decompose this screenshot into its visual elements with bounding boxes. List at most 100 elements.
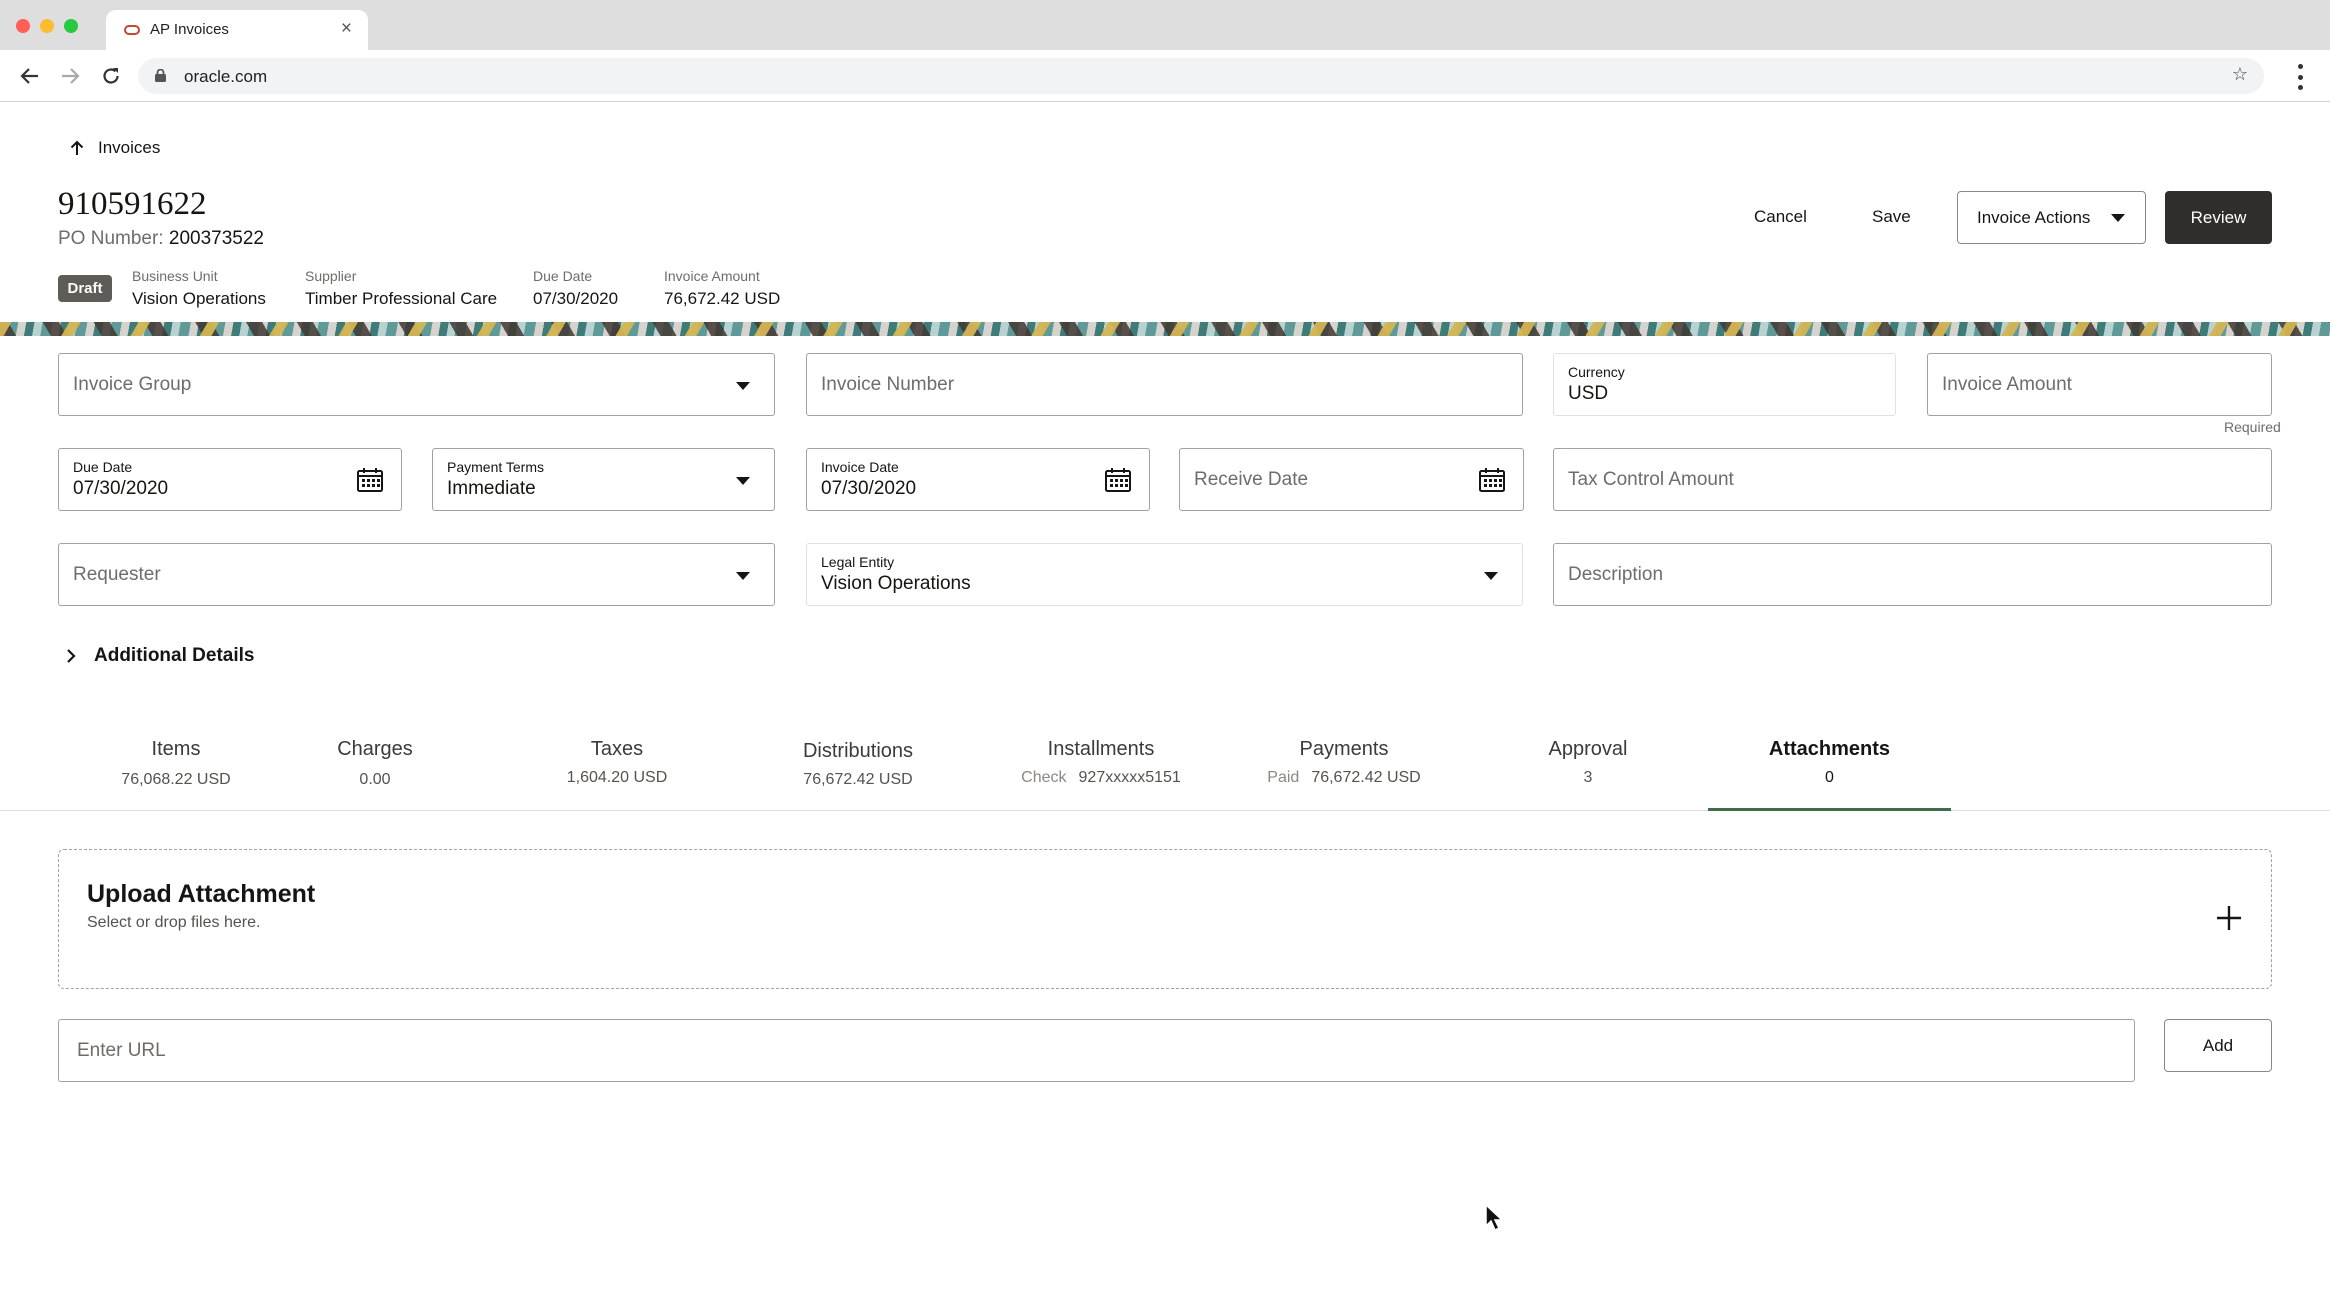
legal-entity-select[interactable]: Legal Entity Vision Operations xyxy=(806,543,1523,606)
tab-label: Charges xyxy=(337,738,413,760)
up-arrow-icon xyxy=(70,140,84,155)
currency-field: Currency USD xyxy=(1553,353,1896,416)
tab-attachments[interactable]: Attachments 0 xyxy=(1708,733,1951,811)
tab-value: 0.00 xyxy=(359,771,391,788)
plus-icon[interactable] xyxy=(2213,902,2245,934)
lock-icon xyxy=(155,69,166,82)
additional-details-toggle[interactable]: Additional Details xyxy=(66,645,254,667)
meta-label: Supplier xyxy=(305,268,357,284)
calendar-icon[interactable] xyxy=(357,468,383,492)
upload-attachment-dropzone[interactable]: Upload Attachment Select or drop files h… xyxy=(58,849,2272,989)
calendar-icon[interactable] xyxy=(1479,468,1505,492)
tab-approval[interactable]: Approval 3 xyxy=(1518,733,1658,811)
meta-value: Timber Professional Care xyxy=(305,289,498,308)
window-close-icon[interactable] xyxy=(16,19,30,33)
enter-url-input[interactable]: Enter URL xyxy=(58,1019,2135,1082)
description-placeholder: Description xyxy=(1568,564,1664,585)
address-bar[interactable]: oracle.com ☆ xyxy=(138,58,2264,94)
decorative-banner-strip xyxy=(0,322,2330,336)
due-date-input[interactable]: Due Date 07/30/2020 xyxy=(58,448,402,511)
reload-icon[interactable] xyxy=(95,60,127,92)
tab-charges[interactable]: Charges 0.00 xyxy=(305,733,445,811)
tab-label: Distributions xyxy=(802,740,914,762)
tab-label: Payments xyxy=(1299,738,1389,760)
tab-value-text: 76,672.42 USD xyxy=(1311,769,1421,786)
window-minimize-icon[interactable] xyxy=(40,19,54,33)
invoice-amount-placeholder: Invoice Amount xyxy=(1942,374,2072,395)
invoice-date-label: Invoice Date xyxy=(821,459,899,475)
tab-value: 3 xyxy=(1583,769,1593,786)
window-maximize-icon[interactable] xyxy=(64,19,78,33)
browser-toolbar: oracle.com ☆ xyxy=(0,50,2330,102)
tab-value: Check 927xxxxx5151 xyxy=(996,769,1206,787)
breadcrumb[interactable]: Invoices xyxy=(70,138,160,158)
chevron-right-icon xyxy=(67,649,76,663)
meta-label: Invoice Amount xyxy=(664,268,760,284)
forward-arrow-icon[interactable] xyxy=(54,60,86,92)
add-url-button[interactable]: Add xyxy=(2164,1019,2272,1072)
tab-items[interactable]: Items 76,068.22 USD xyxy=(96,733,256,811)
invoice-tabs: Items 76,068.22 USD Charges 0.00 Taxes 1… xyxy=(0,733,2330,811)
invoice-date-value: 07/30/2020 xyxy=(821,478,917,499)
legal-entity-label: Legal Entity xyxy=(821,554,895,570)
meta-label: Business Unit xyxy=(132,268,218,284)
tab-value: 76,068.22 USD xyxy=(121,771,231,788)
chevron-down-icon[interactable] xyxy=(736,382,750,390)
tab-prefix: Paid xyxy=(1267,769,1300,786)
invoice-date-input[interactable]: Invoice Date 07/30/2020 xyxy=(806,448,1150,511)
payment-terms-label: Payment Terms xyxy=(447,459,544,475)
invoice-group-placeholder: Invoice Group xyxy=(73,374,192,395)
upload-attachment-hint: Select or drop files here. xyxy=(87,914,261,931)
browser-tab[interactable]: AP Invoices × xyxy=(106,10,368,50)
meta-business-unit: Business Unit Vision Operations xyxy=(132,268,266,309)
requester-placeholder: Requester xyxy=(73,564,161,585)
payment-terms-select[interactable]: Payment Terms Immediate xyxy=(432,448,775,511)
kebab-menu-icon[interactable] xyxy=(2290,64,2310,90)
oracle-favicon-icon xyxy=(124,25,140,35)
review-button[interactable]: Review xyxy=(2165,191,2272,244)
tax-control-amount-placeholder: Tax Control Amount xyxy=(1568,469,1734,490)
mouse-pointer-icon xyxy=(1485,1204,1504,1232)
save-button[interactable]: Save xyxy=(1872,200,1911,234)
page-title: 910591622 xyxy=(58,186,207,222)
requester-select[interactable]: Requester xyxy=(58,543,775,606)
invoice-amount-input[interactable]: Invoice Amount xyxy=(1927,353,2272,416)
meta-supplier: Supplier Timber Professional Care xyxy=(305,268,497,309)
chevron-down-icon[interactable] xyxy=(736,572,750,580)
tab-value: 76,672.42 USD xyxy=(803,771,913,788)
cancel-button[interactable]: Cancel xyxy=(1754,200,1807,234)
meta-value: 76,672.42 USD xyxy=(664,289,781,308)
chevron-down-icon[interactable] xyxy=(736,477,750,485)
url-text: oracle.com xyxy=(184,67,268,86)
browser-tab-title: AP Invoices xyxy=(150,21,229,38)
invoice-actions-menu-button[interactable]: Invoice Actions xyxy=(1957,191,2146,244)
invoice-group-select[interactable]: Invoice Group xyxy=(58,353,775,416)
invoice-amount-required-hint: Required xyxy=(2224,419,2281,435)
invoice-number-input[interactable]: Invoice Number xyxy=(806,353,1523,416)
star-icon[interactable]: ☆ xyxy=(2232,64,2248,85)
legal-entity-value: Vision Operations xyxy=(821,573,971,594)
tax-control-amount-input[interactable]: Tax Control Amount xyxy=(1553,448,2272,511)
tab-value: 0 xyxy=(1825,769,1834,786)
currency-value: USD xyxy=(1568,383,1609,404)
browser-tab-strip: AP Invoices × xyxy=(0,0,2330,50)
chevron-down-icon[interactable] xyxy=(1484,572,1498,580)
tab-installments[interactable]: Installments Check 927xxxxx5151 xyxy=(996,733,1206,811)
tab-prefix: Check xyxy=(1021,769,1067,786)
description-input[interactable]: Description xyxy=(1553,543,2272,606)
tab-taxes[interactable]: Taxes 1,604.20 USD xyxy=(537,733,697,811)
back-arrow-icon[interactable] xyxy=(14,60,46,92)
calendar-icon[interactable] xyxy=(1105,468,1131,492)
breadcrumb-invoices-link[interactable]: Invoices xyxy=(98,138,160,158)
receive-date-input[interactable]: Receive Date xyxy=(1179,448,1524,511)
due-date-value: 07/30/2020 xyxy=(73,478,169,499)
chevron-down-icon xyxy=(2111,214,2125,222)
tab-label: Installments xyxy=(1047,738,1155,760)
meta-invoice-amount: Invoice Amount 76,672.42 USD xyxy=(664,268,780,309)
currency-label: Currency xyxy=(1568,364,1625,380)
tab-payments[interactable]: Payments Paid 76,672.42 USD xyxy=(1234,733,1454,811)
tab-label: Attachments xyxy=(1768,738,1891,760)
tab-distributions[interactable]: Distributions 76,672.42 USD xyxy=(778,733,938,811)
tab-close-icon[interactable]: × xyxy=(341,18,352,40)
status-badge: Draft xyxy=(58,275,112,302)
